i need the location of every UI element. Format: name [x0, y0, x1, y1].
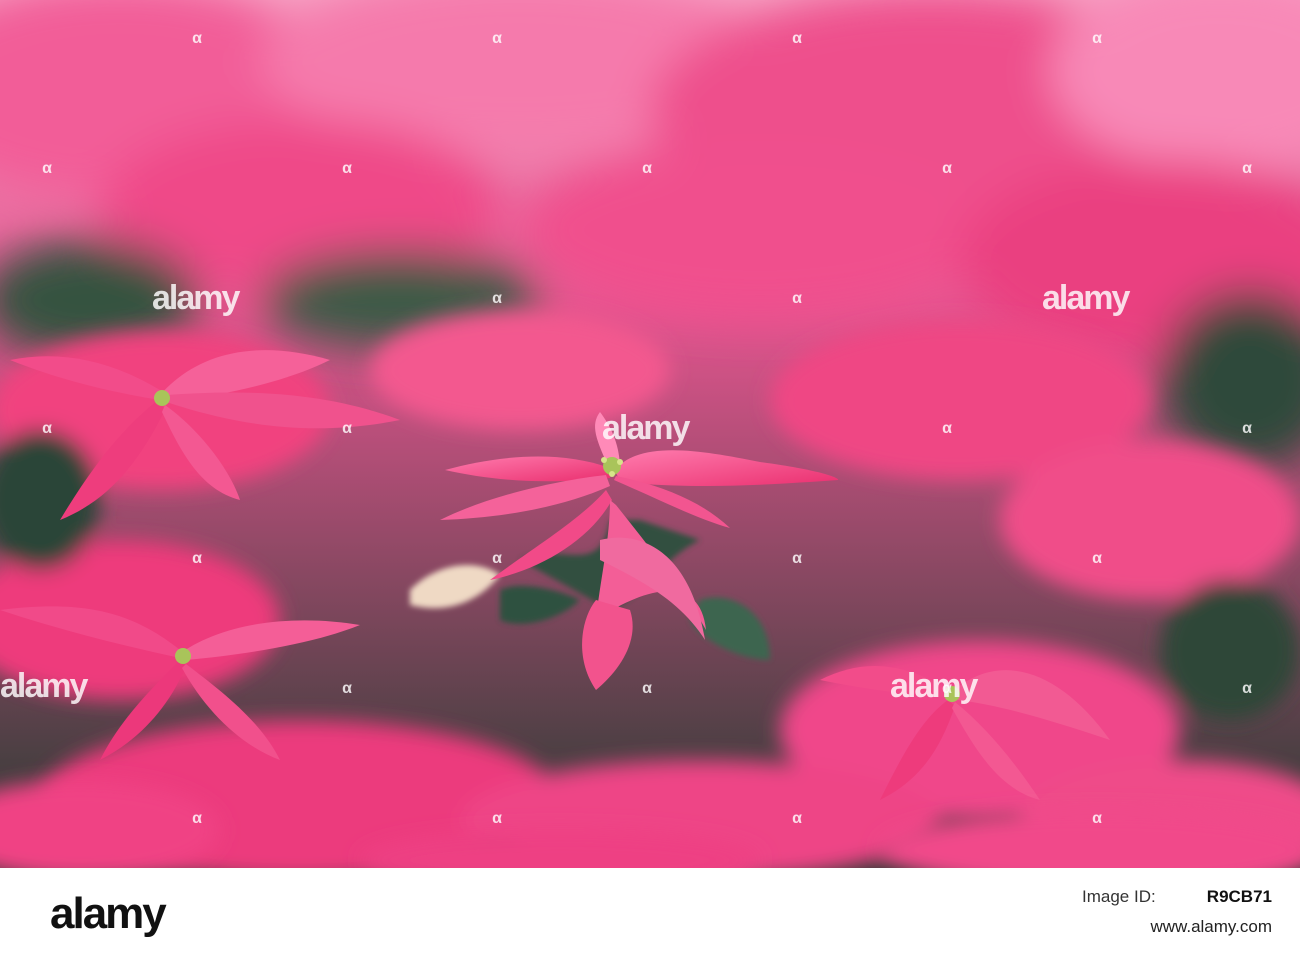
- alamy-dot-icon: α: [1242, 160, 1252, 177]
- site-row: www.alamy.com: [1082, 912, 1272, 942]
- alamy-logo[interactable]: alamy: [50, 890, 167, 938]
- alamy-dot-icon: α: [192, 30, 202, 47]
- alamy-dot-icon: α: [1092, 550, 1102, 567]
- alamy-dot-icon: α: [492, 290, 502, 307]
- alamy-dot-icon: α: [1242, 420, 1252, 437]
- alamy-dot-icon: α: [792, 810, 802, 827]
- photo: α α α α α α α α α α α α α α α α α α α α …: [0, 0, 1300, 868]
- alamy-dot-icon: α: [42, 160, 52, 177]
- image-id-label: Image ID:: [1082, 887, 1156, 906]
- alamy-dot-icon: α: [192, 550, 202, 567]
- alamy-dot-icon: α: [192, 810, 202, 827]
- alamy-dot-icon: α: [642, 160, 652, 177]
- site-link[interactable]: www.alamy.com: [1150, 912, 1272, 942]
- alamy-dot-icon: α: [792, 550, 802, 567]
- alamy-dot-icon: α: [492, 30, 502, 47]
- alamy-dot-icon: α: [942, 420, 952, 437]
- alamy-dot-icon: α: [42, 420, 52, 437]
- alamy-dot-icon: α: [1092, 810, 1102, 827]
- alamy-dot-icon: α: [492, 810, 502, 827]
- watermark-text: alamy: [890, 667, 978, 705]
- alamy-dot-icon: α: [342, 160, 352, 177]
- alamy-dot-icon: α: [342, 680, 352, 697]
- alamy-dot-icon: α: [1092, 30, 1102, 47]
- watermark-text: alamy: [1042, 279, 1130, 317]
- image-id-value: R9CB71: [1206, 887, 1272, 906]
- alamy-dot-icon: α: [792, 290, 802, 307]
- alamy-dot-icon: α: [492, 550, 502, 567]
- alamy-dot-icon: α: [342, 420, 352, 437]
- image-id-row: Image ID: R9CB71: [1082, 882, 1272, 912]
- footer-bar: alamy Image ID: R9CB71 www.alamy.com: [0, 868, 1300, 957]
- image-meta: Image ID: R9CB71 www.alamy.com: [1082, 882, 1272, 942]
- alamy-dot-icon: α: [1242, 680, 1252, 697]
- alamy-dot-icon: α: [642, 680, 652, 697]
- watermark-text: alamy: [152, 279, 240, 317]
- watermark-text: alamy: [0, 667, 88, 705]
- alamy-dot-icon: α: [792, 30, 802, 47]
- watermark-text: alamy: [602, 409, 690, 447]
- alamy-dot-icon: α: [942, 160, 952, 177]
